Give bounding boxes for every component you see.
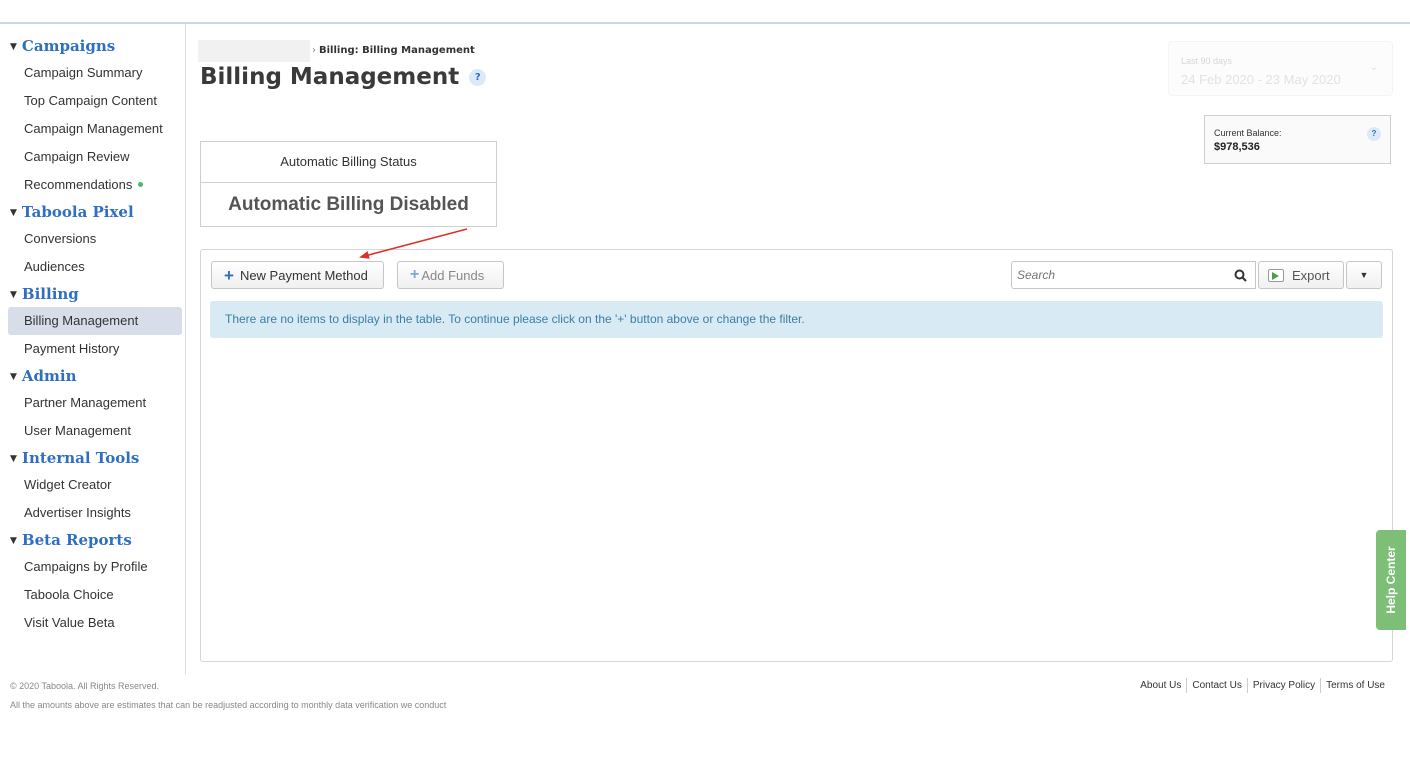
breadcrumb-current: Billing: Billing Management	[319, 45, 475, 56]
date-range-picker[interactable]: Last 90 days 24 Feb 2020 - 23 May 2020 ⌄	[1168, 41, 1393, 96]
button-label: Add Funds	[421, 267, 485, 283]
help-icon[interactable]: ?	[469, 68, 487, 86]
footer-link-about-us[interactable]: About Us	[1135, 678, 1186, 693]
nav-header-label: Beta Reports	[21, 531, 132, 549]
billing-status-heading: Automatic Billing Status	[201, 142, 496, 183]
new-payment-method-button[interactable]: + New Payment Method	[211, 261, 384, 289]
sidebar-item-advertiser-insights[interactable]: Advertiser Insights	[0, 499, 172, 527]
sidebar-item-partner-management[interactable]: Partner Management	[0, 389, 172, 417]
billing-status-value: Automatic Billing Disabled	[228, 194, 469, 215]
sidebar-item-campaign-management[interactable]: Campaign Management	[0, 115, 172, 143]
date-range-label: Last 90 days	[1181, 56, 1233, 66]
nav-header-billing[interactable]: ▼ Billing	[10, 281, 185, 307]
caret-down-icon: ▼	[10, 453, 17, 464]
caret-down-icon: ▼	[1359, 270, 1369, 280]
nav-section-beta-reports: ▼ Beta Reports Campaigns by Profile Taboo…	[10, 527, 185, 637]
automatic-billing-status-box: Automatic Billing Status Automatic Billi…	[200, 141, 497, 227]
sidebar-item-widget-creator[interactable]: Widget Creator	[0, 471, 172, 499]
empty-table-message: There are no items to display in the tab…	[210, 301, 1383, 338]
footer-copyright: © 2020 Taboola. All Rights Reserved.	[10, 681, 160, 691]
top-divider	[0, 22, 1410, 24]
caret-down-icon: ▼	[10, 207, 17, 218]
search-icon[interactable]	[1224, 261, 1256, 289]
caret-down-icon: ▼	[10, 371, 17, 382]
nav-section-campaigns: ▼ Campaigns Campaign Summary Top Campaign…	[10, 33, 185, 199]
nav-section-admin: ▼ Admin Partner Management User Managemen…	[10, 363, 185, 445]
sidebar-item-billing-management[interactable]: Billing Management	[8, 307, 182, 335]
help-center-label: Help Center	[1384, 546, 1398, 614]
sidebar-item-payment-history[interactable]: Payment History	[0, 335, 172, 363]
nav-section-internal-tools: ▼ Internal Tools Widget Creator Advertise…	[10, 445, 185, 527]
footer-links: About Us Contact Us Privacy Policy Terms…	[1135, 678, 1390, 693]
add-funds-button[interactable]: + Add Funds	[397, 261, 504, 289]
nav-section-taboola-pixel: ▼ Taboola Pixel Conversions Audiences	[10, 199, 185, 281]
sidebar-item-audiences[interactable]: Audiences	[0, 253, 172, 281]
nav-section-billing: ▼ Billing Billing Management Payment Hist…	[8, 281, 185, 363]
sidebar-item-recommendations[interactable]: Recommendations	[0, 171, 172, 199]
sidebar-item-taboola-choice[interactable]: Taboola Choice	[0, 581, 172, 609]
nav-header-label: Admin	[21, 367, 77, 385]
nav-header-label: Campaigns	[21, 37, 116, 55]
footer-disclaimer: All the amounts above are estimates that…	[10, 700, 447, 710]
caret-down-icon: ▼	[10, 289, 17, 300]
nav-header-internal-tools[interactable]: ▼ Internal Tools	[10, 445, 185, 471]
date-range-value: 24 Feb 2020 - 23 May 2020	[1181, 72, 1341, 87]
current-balance-box: Current Balance: $978,536 ?	[1204, 115, 1391, 164]
nav-header-admin[interactable]: ▼ Admin	[10, 363, 185, 389]
search-input[interactable]	[1011, 261, 1256, 289]
sidebar-item-campaign-summary[interactable]: Campaign Summary	[0, 59, 172, 87]
export-icon	[1268, 268, 1284, 282]
sidebar-item-conversions[interactable]: Conversions	[0, 225, 172, 253]
caret-down-icon: ▼	[10, 535, 17, 546]
footer-link-contact-us[interactable]: Contact Us	[1186, 678, 1246, 693]
sidebar-item-user-management[interactable]: User Management	[0, 417, 172, 445]
footer-link-privacy-policy[interactable]: Privacy Policy	[1246, 678, 1320, 693]
footer-link-terms-of-use[interactable]: Terms of Use	[1320, 678, 1390, 693]
sidebar-item-visit-value-beta[interactable]: Visit Value Beta	[0, 609, 172, 637]
page-title-text: Billing Management	[200, 64, 460, 90]
sidebar-item-label: Recommendations	[24, 177, 133, 192]
sidebar-nav: ▼ Campaigns Campaign Summary Top Campaign…	[0, 24, 186, 674]
chevron-down-icon: ⌄	[1369, 62, 1378, 73]
plus-icon: +	[224, 265, 234, 285]
balance-label: Current Balance:	[1214, 128, 1282, 138]
help-center-tab[interactable]: Help Center	[1376, 530, 1406, 630]
nav-header-taboola-pixel[interactable]: ▼ Taboola Pixel	[10, 199, 185, 225]
help-icon[interactable]: ?	[1367, 127, 1381, 141]
nav-header-beta-reports[interactable]: ▼ Beta Reports	[10, 527, 185, 553]
page-title: Billing Management?	[200, 64, 487, 90]
status-dot-icon	[138, 182, 144, 188]
nav-header-label: Billing	[21, 285, 79, 303]
breadcrumb-account-placeholder[interactable]	[198, 40, 310, 62]
payment-methods-panel: +New Payment Method +Add Funds Export ▼ …	[200, 249, 1393, 662]
export-button[interactable]: Export	[1258, 261, 1344, 289]
button-label: New Payment Method	[239, 267, 368, 283]
sidebar-item-top-campaign-content[interactable]: Top Campaign Content	[0, 87, 172, 115]
sidebar-item-campaigns-by-profile[interactable]: Campaigns by Profile	[0, 553, 172, 581]
nav-header-label: Taboola Pixel	[21, 203, 134, 221]
balance-value: $978,536	[1214, 141, 1260, 153]
export-options-dropdown[interactable]: ▼	[1346, 261, 1382, 289]
plus-icon: +	[410, 266, 420, 283]
breadcrumb: › Billing: Billing Management	[312, 45, 475, 56]
breadcrumb-separator: ›	[312, 45, 316, 56]
sidebar-item-campaign-review[interactable]: Campaign Review	[0, 143, 172, 171]
caret-down-icon: ▼	[10, 41, 17, 52]
nav-header-label: Internal Tools	[21, 449, 140, 467]
button-label: Export	[1292, 267, 1330, 283]
nav-header-campaigns[interactable]: ▼ Campaigns	[10, 33, 185, 59]
